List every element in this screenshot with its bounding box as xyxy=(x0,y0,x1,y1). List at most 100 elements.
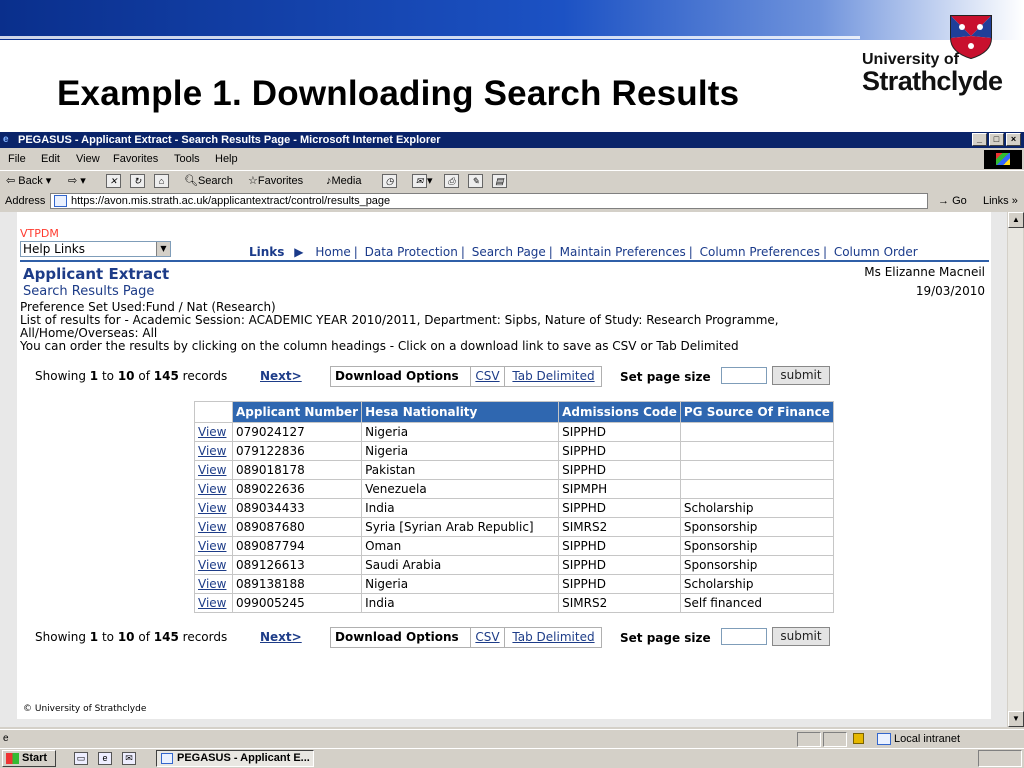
nav-label: Links xyxy=(249,245,285,259)
applicant-number-cell: 089018178 xyxy=(231,460,363,480)
maximize-button[interactable]: □ xyxy=(989,133,1004,146)
forward-button[interactable]: ⇨ ▾ xyxy=(68,171,86,192)
finance-source-cell: Scholarship xyxy=(679,498,834,518)
view-link[interactable]: View xyxy=(194,498,233,518)
tab-delimited-download-link[interactable]: Tab Delimited xyxy=(504,367,602,386)
refresh-icon: ↻ xyxy=(130,174,145,189)
table-row: View 089087680 Syria [Syrian Arab Republic… xyxy=(194,517,834,537)
view-link[interactable]: View xyxy=(194,555,233,575)
back-button[interactable]: ⇦ Back ▾ xyxy=(6,171,51,192)
menu-help[interactable]: Help xyxy=(215,149,238,169)
next-link[interactable]: Next> xyxy=(260,369,302,383)
download-options: Download Options CSV Tab Delimited xyxy=(330,627,602,648)
history-icon: ◷ xyxy=(382,174,397,189)
refresh-button[interactable]: ↻ xyxy=(130,171,145,192)
start-button[interactable]: Start xyxy=(2,750,56,767)
nationality-cell: Venezuela xyxy=(361,479,560,499)
view-link[interactable]: View xyxy=(194,593,233,613)
menu-tools[interactable]: Tools xyxy=(174,149,200,169)
app-title: Applicant Extract xyxy=(23,265,170,283)
links-button[interactable]: Links » xyxy=(983,192,1018,210)
menu-file[interactable]: File xyxy=(8,149,26,169)
menu-view[interactable]: View xyxy=(76,149,100,169)
go-button[interactable]: → Go xyxy=(938,192,967,210)
favorites-button[interactable]: ☆Favorites xyxy=(248,171,303,192)
view-link[interactable]: View xyxy=(194,460,233,480)
csv-download-link[interactable]: CSV xyxy=(470,628,504,647)
csv-download-link[interactable]: CSV xyxy=(470,367,504,386)
slide: Example 1. Downloading Search Results Un… xyxy=(0,0,1024,768)
nav-maintain-preferences[interactable]: Maintain Preferences xyxy=(560,245,686,259)
links-label: Links xyxy=(983,195,1009,207)
taskbar-item-pegasus[interactable]: PEGASUS - Applicant E... xyxy=(156,750,314,767)
ie-icon: e xyxy=(3,134,9,145)
admissions-code-cell: SIPPHD xyxy=(558,536,681,556)
chevron-down-icon: ▼ xyxy=(156,242,170,256)
mail-button[interactable]: ✉ ▾ xyxy=(412,171,433,192)
show-desktop-icon[interactable]: ▭ xyxy=(74,752,88,765)
outlook-icon[interactable]: ✉ xyxy=(122,752,136,765)
submit-button[interactable]: submit xyxy=(772,366,830,385)
view-link[interactable]: View xyxy=(194,536,233,556)
media-button[interactable]: ♪Media xyxy=(326,171,361,192)
admissions-code-cell: SIPMPH xyxy=(558,479,681,499)
applicant-number-cell: 079024127 xyxy=(231,422,363,442)
scroll-down-icon[interactable]: ▼ xyxy=(1008,711,1024,727)
submit-button[interactable]: submit xyxy=(772,627,830,646)
nav-search-page[interactable]: Search Page xyxy=(472,245,546,259)
nav-column-order[interactable]: Column Order xyxy=(834,245,918,259)
view-link[interactable]: View xyxy=(194,422,233,442)
finance-source-cell xyxy=(679,460,834,480)
slide-title: Example 1. Downloading Search Results xyxy=(57,74,740,113)
record-count: Showing 1 to 10 of 145 records xyxy=(35,369,228,383)
finance-source-cell: Sponsorship xyxy=(679,536,834,556)
view-link[interactable]: View xyxy=(194,517,233,537)
tab-delimited-download-link[interactable]: Tab Delimited xyxy=(504,628,602,647)
view-link[interactable]: View xyxy=(194,441,233,461)
web-page: VTPDM Help Links ▼ Links ▶ Home | Data Pr… xyxy=(17,212,991,719)
ie-quicklaunch-icon[interactable]: e xyxy=(98,752,112,765)
discuss-button[interactable]: ▤ xyxy=(492,171,507,192)
admissions-code-cell: SIPPHD xyxy=(558,574,681,594)
scroll-up-icon[interactable]: ▲ xyxy=(1008,212,1024,228)
user-name: Ms Elizanne Macneil xyxy=(864,265,985,279)
header-pg-source-of-finance[interactable]: PG Source Of Finance xyxy=(679,401,834,423)
view-link[interactable]: View xyxy=(194,479,233,499)
admissions-code-cell: SIPPHD xyxy=(558,498,681,518)
applicant-number-cell: 089126613 xyxy=(231,555,363,575)
menu-favorites[interactable]: Favorites xyxy=(113,149,158,169)
edit-button[interactable]: ✎ xyxy=(468,171,483,192)
page-size-input[interactable] xyxy=(721,367,767,384)
status-cell xyxy=(797,732,821,747)
copyright: © University of Strathclyde xyxy=(23,704,147,714)
view-link[interactable]: View xyxy=(194,574,233,594)
history-button[interactable]: ◷ xyxy=(382,171,397,192)
window-title: PEGASUS - Applicant Extract - Search Res… xyxy=(18,134,441,146)
search-label: Search xyxy=(197,175,233,187)
nav-home[interactable]: Home xyxy=(315,245,350,259)
close-button[interactable]: × xyxy=(1006,133,1021,146)
table-row: View 089034433 India SIPPHD Scholarship xyxy=(194,498,834,518)
print-button[interactable]: ⎙ xyxy=(444,171,459,192)
header-hesa-nationality[interactable]: Hesa Nationality xyxy=(361,401,560,423)
minimize-button[interactable]: _ xyxy=(972,133,987,146)
table-row: View 089022636 Venezuela SIPMPH xyxy=(194,479,834,499)
nav-data-protection[interactable]: Data Protection xyxy=(365,245,458,259)
next-link[interactable]: Next> xyxy=(260,630,302,644)
help-links-select[interactable]: Help Links ▼ xyxy=(20,241,171,257)
address-input[interactable]: https://avon.mis.strath.ac.uk/applicante… xyxy=(50,193,928,209)
results-table: Applicant Number Hesa Nationality Admiss… xyxy=(194,401,834,613)
home-button[interactable]: ⌂ xyxy=(154,171,169,192)
header-applicant-number[interactable]: Applicant Number xyxy=(231,401,363,423)
admissions-code-cell: SIPPHD xyxy=(558,422,681,442)
search-button[interactable]: 🔍︎Search xyxy=(184,171,233,192)
vertical-scrollbar[interactable]: ▲ ▼ xyxy=(1007,212,1024,727)
finance-source-cell xyxy=(679,422,834,442)
menu-edit[interactable]: Edit xyxy=(41,149,60,169)
nav-column-preferences[interactable]: Column Preferences xyxy=(700,245,820,259)
page-size-input[interactable] xyxy=(721,628,767,645)
stop-button[interactable]: ✕ xyxy=(106,171,121,192)
university-logo: University of Strathclyde xyxy=(862,12,1003,98)
header-admissions-code[interactable]: Admissions Code xyxy=(558,401,681,423)
nationality-cell: Saudi Arabia xyxy=(361,555,560,575)
